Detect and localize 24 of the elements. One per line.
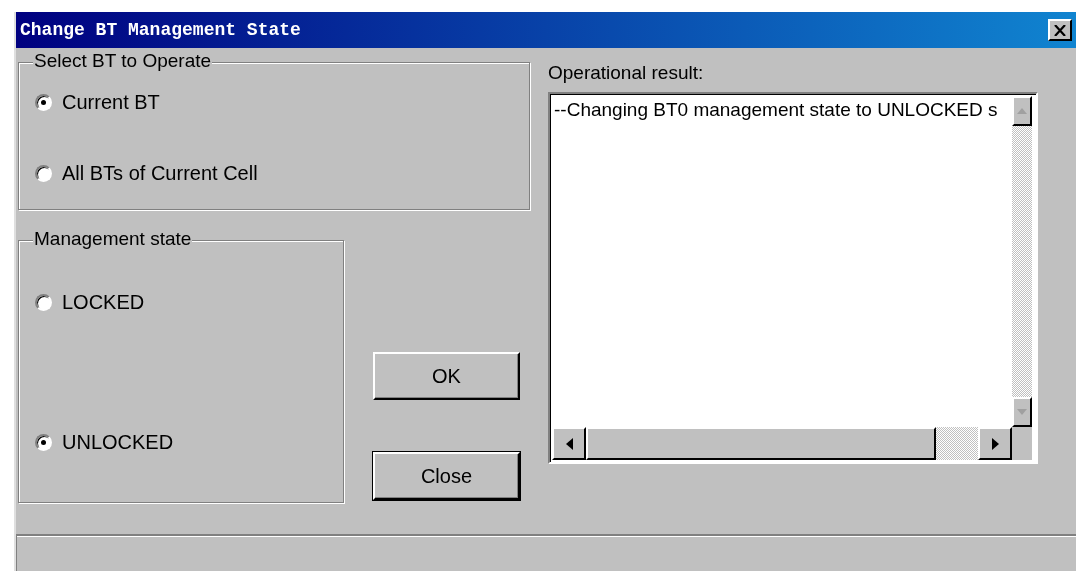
scroll-up-button[interactable] xyxy=(1012,96,1032,126)
vertical-scrollbar[interactable] xyxy=(1012,96,1032,427)
radio-option[interactable]: Current BT xyxy=(35,91,160,114)
radio-option[interactable]: UNLOCKED xyxy=(35,431,174,454)
horizontal-scrollbar[interactable] xyxy=(552,427,1012,460)
dialog-button[interactable]: Close xyxy=(373,452,520,500)
radio-option[interactable]: All BTs of Current Cell xyxy=(35,162,258,185)
scrollbar-corner xyxy=(1012,427,1032,460)
up-arrow-icon xyxy=(1017,108,1027,114)
dialog-button[interactable]: OK xyxy=(373,352,520,400)
down-arrow-icon xyxy=(1017,409,1027,415)
scroll-thumb[interactable] xyxy=(586,427,936,460)
scroll-right-button[interactable] xyxy=(978,427,1012,460)
close-icon xyxy=(1054,24,1066,36)
scroll-left-button[interactable] xyxy=(552,427,586,460)
result-text: --Changing BT0 management state to UNLOCKED s xyxy=(553,98,998,121)
left-arrow-icon xyxy=(565,437,573,450)
close-button[interactable] xyxy=(1048,19,1072,41)
result-textbox[interactable]: --Changing BT0 management state to UNLOCKED s xyxy=(548,92,1038,464)
result-label: Operational result: xyxy=(548,62,704,84)
window-title: Change BT Management State xyxy=(20,20,301,40)
radio-option[interactable]: LOCKED xyxy=(35,291,145,314)
scroll-down-button[interactable] xyxy=(1012,397,1032,427)
right-arrow-icon xyxy=(991,437,999,450)
